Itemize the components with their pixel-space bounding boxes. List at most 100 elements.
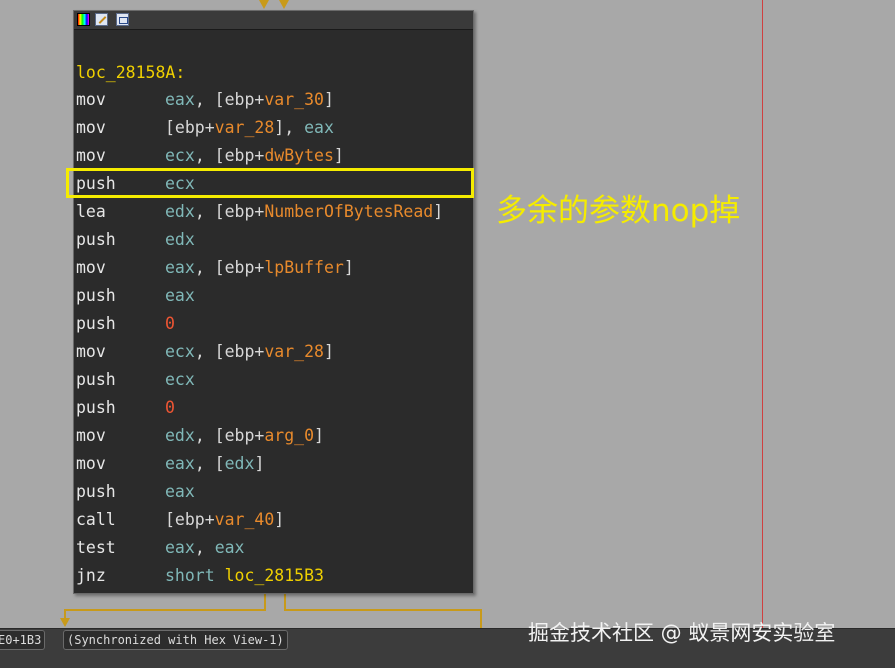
- operand-variable[interactable]: NumberOfBytesRead: [264, 202, 433, 221]
- operand-register: eax: [165, 482, 195, 501]
- instruction-operands[interactable]: eax, [ebp+var_30]: [165, 86, 334, 114]
- instruction-mnemonic[interactable]: push: [76, 282, 116, 310]
- highlight-box: [66, 168, 474, 198]
- operand-immediate: 0: [165, 314, 175, 333]
- instruction-operands[interactable]: eax: [165, 478, 195, 506]
- instruction-line[interactable]: mov eax, [ebp+lpBuffer]: [76, 254, 472, 282]
- operand-variable[interactable]: var_30: [264, 90, 324, 109]
- instruction-operands[interactable]: ecx, [ebp+dwBytes]: [165, 142, 344, 170]
- operand-punctuation: , [ebp+: [194, 258, 265, 277]
- instruction-mnemonic[interactable]: push: [76, 226, 116, 254]
- instruction-mnemonic[interactable]: mov: [76, 450, 106, 478]
- incoming-arrow-right-icon: [279, 0, 289, 9]
- operand-punctuation: [ebp+: [165, 510, 215, 529]
- instruction-operands[interactable]: ecx: [165, 366, 195, 394]
- instruction-mnemonic[interactable]: mov: [76, 422, 106, 450]
- basic-block-node[interactable]: loc_28158A: mov eax, [ebp+var_30] mov [ebp+…: [73, 10, 474, 594]
- instruction-mnemonic[interactable]: call: [76, 506, 116, 534]
- instruction-line[interactable]: mov [ebp+var_28], eax: [76, 114, 472, 142]
- instruction-operands[interactable]: short loc_2815B3: [165, 562, 324, 590]
- instruction-line[interactable]: mov ecx, [ebp+dwBytes]: [76, 142, 472, 170]
- instruction-mnemonic[interactable]: push: [76, 478, 116, 506]
- instruction-mnemonic[interactable]: jnz: [76, 562, 106, 590]
- instruction-line[interactable]: jnz short loc_2815B3: [76, 562, 472, 590]
- instruction-line[interactable]: push edx: [76, 226, 472, 254]
- operand-punctuation: ]: [254, 454, 265, 473]
- instruction-line[interactable]: push 0: [76, 394, 472, 422]
- operand-register: eax: [165, 90, 195, 109]
- incoming-arrow-left-icon: [259, 0, 269, 9]
- instruction-operands[interactable]: [ebp+var_40]: [165, 506, 284, 534]
- instruction-line[interactable]: mov eax, [ebp+var_30]: [76, 86, 472, 114]
- graph-guide-line: [762, 0, 763, 628]
- operand-variable[interactable]: dwBytes: [264, 146, 334, 165]
- instruction-line[interactable]: push eax: [76, 478, 472, 506]
- operand-punctuation: ,: [194, 538, 215, 557]
- instruction-operands[interactable]: ecx, [ebp+var_28]: [165, 338, 334, 366]
- operand-register: ecx: [165, 342, 195, 361]
- instruction-line[interactable]: mov eax, [edx]: [76, 450, 472, 478]
- operand-punctuation: [ebp+: [165, 118, 215, 137]
- operand-keyword: short: [165, 566, 225, 585]
- instruction-line[interactable]: lea edx, [ebp+NumberOfBytesRead]: [76, 198, 472, 226]
- instruction-operands[interactable]: [ebp+var_28], eax: [165, 114, 334, 142]
- instruction-operands[interactable]: eax, [ebp+lpBuffer]: [165, 254, 354, 282]
- operand-register: edx: [165, 202, 195, 221]
- node-titlebar[interactable]: [74, 11, 473, 30]
- operand-immediate: 0: [165, 398, 175, 417]
- instruction-line[interactable]: mov ecx, [ebp+var_28]: [76, 338, 472, 366]
- instruction-line[interactable]: push 0: [76, 310, 472, 338]
- status-sync-text: (Synchronized with Hex View-1): [63, 630, 288, 650]
- outgoing-edge-left-horizontal: [64, 609, 266, 611]
- instruction-mnemonic[interactable]: mov: [76, 254, 106, 282]
- instruction-line[interactable]: mov edx, [ebp+arg_0]: [76, 422, 472, 450]
- operand-register: eax: [165, 454, 195, 473]
- operand-label[interactable]: loc_2815B3: [225, 566, 324, 585]
- instruction-operands[interactable]: edx, [ebp+arg_0]: [165, 422, 324, 450]
- instruction-operands[interactable]: eax, eax: [165, 534, 245, 562]
- operand-punctuation: ]: [433, 202, 444, 221]
- operand-variable[interactable]: arg_0: [264, 426, 314, 445]
- operand-punctuation: ]: [274, 510, 285, 529]
- operand-punctuation: ]: [333, 146, 344, 165]
- operand-register: eax: [165, 258, 195, 277]
- operand-register: edx: [165, 230, 195, 249]
- instruction-mnemonic[interactable]: push: [76, 310, 116, 338]
- color-palette-icon[interactable]: [77, 13, 90, 26]
- instruction-operands[interactable]: 0: [165, 394, 175, 422]
- group-nodes-icon[interactable]: [116, 13, 129, 26]
- instruction-mnemonic[interactable]: push: [76, 366, 116, 394]
- instruction-operands[interactable]: edx, [ebp+NumberOfBytesRead]: [165, 198, 443, 226]
- location-label[interactable]: loc_28158A:: [76, 63, 185, 82]
- instruction-line[interactable]: push eax: [76, 282, 472, 310]
- instruction-mnemonic[interactable]: push: [76, 394, 116, 422]
- edit-pencil-icon[interactable]: [95, 13, 108, 26]
- instruction-mnemonic[interactable]: mov: [76, 142, 106, 170]
- instruction-mnemonic[interactable]: test: [76, 534, 116, 562]
- operand-variable[interactable]: var_40: [215, 510, 275, 529]
- instruction-mnemonic[interactable]: mov: [76, 114, 106, 142]
- operand-register: eax: [304, 118, 334, 137]
- instruction-operands[interactable]: 0: [165, 310, 175, 338]
- instruction-mnemonic[interactable]: mov: [76, 86, 106, 114]
- operand-variable[interactable]: lpBuffer: [264, 258, 343, 277]
- operand-register: edx: [165, 426, 195, 445]
- operand-variable[interactable]: var_28: [215, 118, 275, 137]
- outgoing-edge-right-stem: [284, 594, 286, 610]
- instruction-mnemonic[interactable]: lea: [76, 198, 106, 226]
- outgoing-edge-right-drop: [480, 609, 482, 628]
- instruction-operands[interactable]: edx: [165, 226, 195, 254]
- operand-register: ecx: [165, 370, 195, 389]
- instruction-line[interactable]: call [ebp+var_40]: [76, 506, 472, 534]
- outgoing-arrow-left-icon: [60, 618, 70, 627]
- graph-view-canvas[interactable]: loc_28158A: mov eax, [ebp+var_30] mov [ebp+…: [0, 0, 895, 668]
- watermark: 掘金技术社区 @ 蚁景网安实验室: [528, 621, 836, 645]
- operand-register: eax: [165, 286, 195, 305]
- instruction-mnemonic[interactable]: mov: [76, 338, 106, 366]
- instruction-line[interactable]: test eax, eax: [76, 534, 472, 562]
- operand-variable[interactable]: var_28: [264, 342, 324, 361]
- instruction-operands[interactable]: eax, [edx]: [165, 450, 264, 478]
- instruction-line[interactable]: push ecx: [76, 366, 472, 394]
- status-address: E0+1B3: [0, 630, 46, 650]
- instruction-operands[interactable]: eax: [165, 282, 195, 310]
